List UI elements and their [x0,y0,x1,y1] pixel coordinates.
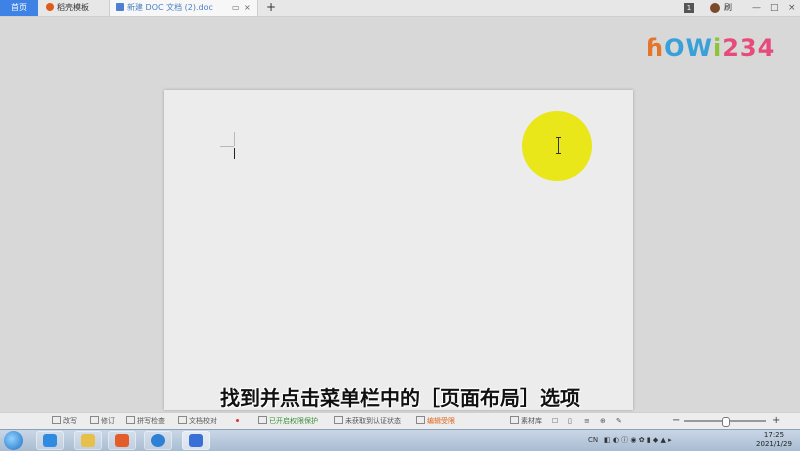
certification-icon [334,416,343,424]
taskbar-wps[interactable] [182,431,210,450]
taskbar-sogou[interactable] [144,431,172,450]
tab-home[interactable]: 首页 [0,0,38,16]
taskbar: CN ◧ ◐ ⓘ ◉ ✿ ▮ ◆ ▲ ▸ 17:25 2021/1/29 [0,429,800,451]
margin-corner-mark [220,146,234,147]
spellcheck-icon [126,416,135,424]
taskbar-ie[interactable] [36,431,64,450]
tab-home-label: 首页 [11,3,27,12]
zoom-slider-handle[interactable] [722,417,730,427]
ibeam-cursor-icon [556,137,562,155]
lock-icon [416,416,425,424]
window-count-badge[interactable]: 1 [684,3,694,13]
view-page-icon[interactable]: ☐ [552,413,558,429]
tab-templates[interactable]: 稻壳模板 [40,0,110,16]
title-bar: 首页 稻壳模板 新建 DOC 文档 (2).doc ▭ × + 1 刷 — □ … [0,0,800,17]
status-dot-icon [236,419,239,422]
zoom-in-button[interactable]: + [772,413,780,429]
docer-icon [46,3,54,11]
proofread-icon [178,416,187,424]
margin-corner-mark [234,132,235,146]
view-outline-icon[interactable]: ≡ [584,413,590,429]
tab-close-icon[interactable]: × [244,0,251,16]
minimize-button[interactable]: — [752,0,761,16]
view-web-icon[interactable]: ⊕ [600,413,606,429]
media-player-icon [115,434,129,447]
avatar[interactable] [710,3,720,13]
tab-templates-label: 稻壳模板 [57,3,89,12]
status-proofread[interactable]: 文档校对 [178,413,217,429]
subtitle-caption: 找到并点击菜单栏中的［页面布局］选项 [220,386,580,410]
text-caret [234,148,235,159]
start-button[interactable] [4,431,23,450]
status-overtype[interactable]: 改写 [52,413,77,429]
taskbar-explorer[interactable] [74,431,102,450]
view-write-icon[interactable]: ✎ [616,413,622,429]
tray-icons[interactable]: ◧ ◐ ⓘ ◉ ✿ ▮ ◆ ▲ ▸ [604,430,672,451]
new-tab-button[interactable]: + [266,0,276,15]
clock-time: 17:25 [763,431,785,439]
view-read-icon[interactable]: ▯ [568,413,572,429]
status-permission[interactable]: 已开启权限保护 [258,413,318,429]
status-certification[interactable]: 未获取到认证状态 [334,413,401,429]
maximize-button[interactable]: □ [770,0,779,16]
overtype-icon [52,416,61,424]
user-name[interactable]: 刷 [724,0,732,16]
status-revision[interactable]: 修订 [90,413,115,429]
status-material-library[interactable]: 素材库 [510,413,542,429]
sogou-icon [151,434,165,447]
zoom-out-button[interactable]: − [672,413,680,429]
tab-screen-icon[interactable]: ▭ [232,0,240,16]
ie-icon [43,434,57,447]
word-doc-icon [116,3,124,11]
taskbar-media[interactable] [108,431,136,450]
close-button[interactable]: × [788,0,796,16]
input-language[interactable]: CN [588,430,598,451]
system-clock[interactable]: 17:25 2021/1/29 [750,431,798,449]
tab-document-label: 新建 DOC 文档 (2).doc [127,3,213,12]
wps-icon [189,434,203,447]
status-edit-restricted[interactable]: 编辑受限 [416,413,455,429]
shield-icon [258,416,267,424]
clock-date: 2021/1/29 [756,440,792,448]
material-library-icon [510,416,519,424]
revision-icon [90,416,99,424]
status-bar: 改写 修订 拼写检查 文档校对 已开启权限保护 未获取到认证状态 编辑受限 素材… [0,412,800,429]
status-spellcheck[interactable]: 拼写检查 [126,413,165,429]
watermark-logo: ɦOWi234 [646,34,776,62]
folder-icon [81,434,95,447]
